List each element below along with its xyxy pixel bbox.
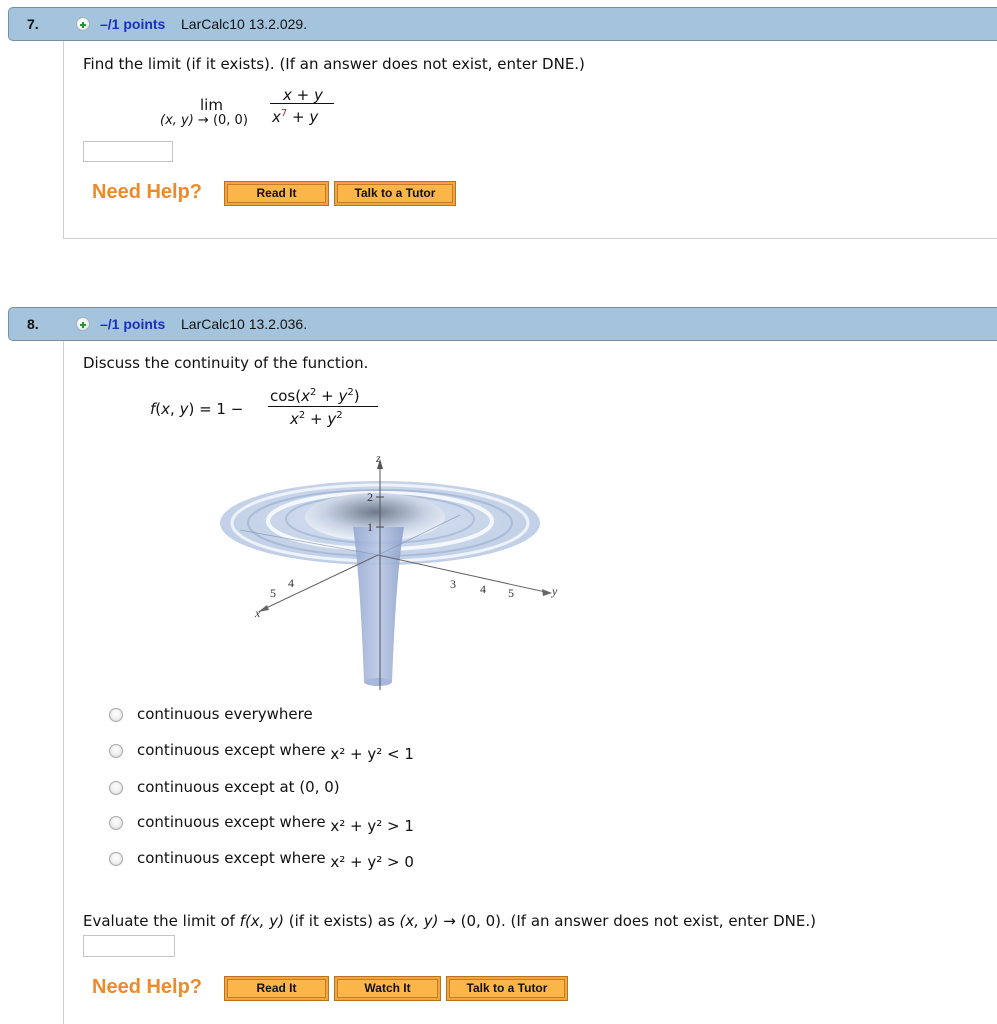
talk-to-tutor-button[interactable]: Talk to a Tutor: [446, 976, 568, 1001]
y-tick-label: 3: [450, 577, 456, 591]
x-tick-label: 5: [270, 586, 276, 600]
fraction-denominator: x7 + y: [272, 108, 319, 126]
points-link[interactable]: –/1 points: [100, 316, 165, 332]
x-tick-label: 4: [288, 576, 294, 590]
read-it-button[interactable]: Read It: [224, 976, 329, 1001]
question-7-border: [63, 41, 64, 239]
watch-it-button[interactable]: Watch It: [334, 976, 441, 1001]
question-number: 7.: [27, 16, 39, 32]
answer-input[interactable]: [83, 141, 173, 162]
fraction-bar: [268, 406, 378, 407]
z-axis-label: z: [375, 451, 381, 465]
expand-plus-icon[interactable]: [76, 317, 90, 331]
question-7-header: 7. –/1 points LarCalc10 13.2.029.: [8, 7, 997, 41]
y-tick-label: 4: [480, 582, 486, 596]
option-label[interactable]: continuous except where x² + y² > 1: [137, 813, 414, 835]
z-tick-label: 2: [367, 490, 373, 504]
expand-plus-icon[interactable]: [76, 17, 90, 31]
need-help-label: Need Help?: [92, 976, 203, 998]
surface-stem: [353, 527, 404, 682]
question-8-border: [63, 341, 64, 1024]
part2-prompt: Evaluate the limit of f(x, y) (if it exi…: [83, 912, 816, 930]
question-reference: LarCalc10 13.2.036.: [181, 316, 308, 332]
fraction-denominator: x2 + y2: [290, 410, 343, 428]
y-axis-arrow: [542, 589, 552, 596]
function-lhs: f(x, y) = 1 −: [150, 400, 244, 418]
x-axis-label: x: [254, 606, 261, 620]
question-7-prompt: Find the limit (if it exists). (If an an…: [83, 55, 585, 73]
option-label[interactable]: continuous except where x² + y² > 0: [137, 849, 414, 871]
lim-subscript: (x, y) → (0, 0): [160, 113, 248, 128]
fraction-numerator: cos(x2 + y2): [270, 387, 360, 405]
read-it-button[interactable]: Read It: [224, 181, 329, 206]
stem-bottom: [364, 678, 392, 686]
question-7-divider: [63, 238, 997, 239]
option-label[interactable]: continuous except where x² + y² < 1: [137, 741, 414, 763]
surface-plot-figure: z 2 1 y 3 4 5 x 4 5: [220, 451, 558, 690]
option-radio[interactable]: [109, 744, 123, 758]
need-help-label: Need Help?: [92, 181, 203, 203]
option-label[interactable]: continuous everywhere: [137, 705, 313, 723]
fraction-numerator: x + y: [283, 86, 323, 104]
y-axis-label: y: [551, 584, 558, 598]
z-tick-label: 1: [367, 520, 373, 534]
points-link[interactable]: –/1 points: [100, 16, 165, 32]
answer-input[interactable]: [83, 935, 175, 957]
option-radio[interactable]: [109, 852, 123, 866]
y-tick-label: 5: [508, 586, 514, 600]
question-8-prompt: Discuss the continuity of the function.: [83, 354, 369, 372]
option-radio[interactable]: [109, 816, 123, 830]
question-8-header: 8. –/1 points LarCalc10 13.2.036.: [8, 307, 997, 341]
talk-to-tutor-button[interactable]: Talk to a Tutor: [334, 181, 456, 206]
question-reference: LarCalc10 13.2.029.: [181, 16, 308, 32]
y-axis: [377, 554, 551, 594]
fraction-bar: [270, 103, 334, 104]
lim-label: lim: [200, 96, 223, 114]
question-number: 8.: [27, 316, 39, 332]
option-label[interactable]: continuous except at (0, 0): [137, 778, 340, 796]
option-radio[interactable]: [109, 708, 123, 722]
option-radio[interactable]: [109, 781, 123, 795]
